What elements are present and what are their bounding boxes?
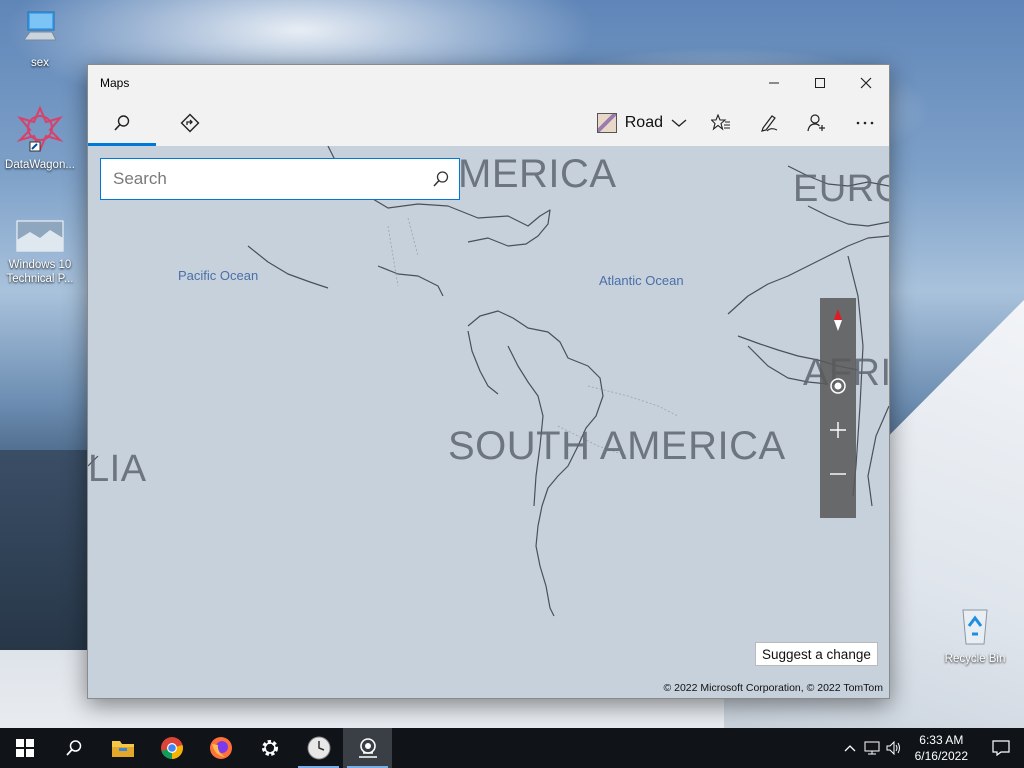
search-icon xyxy=(114,115,130,131)
file-explorer-icon xyxy=(111,741,134,757)
map-label-australia: LIA xyxy=(88,448,147,490)
maximize-button[interactable] xyxy=(797,65,843,100)
taskbar-file-explorer[interactable] xyxy=(98,728,147,768)
map-label-europe: EURO xyxy=(793,168,889,210)
maps-window: Maps Road MERICA EUR SOUTH AMERICA LIA P… xyxy=(87,64,890,699)
map-controls xyxy=(820,298,856,518)
start-button[interactable] xyxy=(0,728,49,768)
close-button[interactable] xyxy=(843,65,889,100)
map-label-pacific: Pacific Ocean xyxy=(178,268,259,283)
taskbar-clock[interactable]: 6:33 AM 6/16/2022 xyxy=(905,732,978,764)
suggest-change-button[interactable]: Suggest a change xyxy=(755,642,878,666)
locate-icon xyxy=(830,378,846,394)
notification-icon xyxy=(992,740,1010,756)
clock-time: 6:33 AM xyxy=(919,733,964,747)
map-label-north-america: MERICA xyxy=(458,152,617,196)
locate-me-button[interactable] xyxy=(820,364,856,408)
firefox-icon xyxy=(209,737,232,759)
ink-icon xyxy=(761,115,778,132)
taskbar-clock-app[interactable] xyxy=(294,728,343,768)
clock-app-icon xyxy=(307,736,330,760)
desktop-icon-label: Windows 10 Technical P... xyxy=(6,259,74,285)
road-style-thumbnail xyxy=(596,113,617,133)
minimize-icon xyxy=(769,82,779,83)
desktop-icon-computer[interactable]: sex xyxy=(0,10,80,70)
search-icon xyxy=(65,740,81,756)
taskbar-search-button[interactable] xyxy=(49,728,98,768)
search-input[interactable] xyxy=(101,161,423,197)
desktop-icon-label: sex xyxy=(31,57,49,69)
map-style-label: Road xyxy=(624,114,663,131)
search-submit-button[interactable] xyxy=(423,170,459,188)
windows-image-icon xyxy=(0,220,80,256)
ink-button[interactable] xyxy=(745,100,793,146)
desktop-icon-windows-image[interactable]: Windows 10 Technical P... xyxy=(0,220,80,286)
zoom-in-button[interactable] xyxy=(820,408,856,452)
map-canvas[interactable]: MERICA EURO AFRI SOUTH AMERICA LIA Pacif… xyxy=(88,146,889,698)
window-title: Maps xyxy=(100,75,130,90)
compass-button[interactable] xyxy=(820,298,856,342)
zoom-out-icon xyxy=(830,473,846,475)
network-button[interactable] xyxy=(861,741,883,755)
directions-icon xyxy=(180,113,200,133)
volume-icon xyxy=(886,741,900,755)
coastline-layer xyxy=(88,146,889,617)
wallpaper-mountain xyxy=(0,450,90,650)
minimize-button[interactable] xyxy=(751,65,797,100)
map-label-south-america: SOUTH AMERICA xyxy=(448,424,786,468)
chrome-icon xyxy=(160,737,183,759)
recycle-bin-icon xyxy=(935,604,1015,650)
compass-icon xyxy=(834,309,842,331)
maximize-icon xyxy=(815,77,825,88)
more-icon xyxy=(856,121,874,125)
title-bar[interactable]: Maps xyxy=(88,65,889,100)
desktop-icon-label: DataWagon... xyxy=(5,159,75,171)
tab-search[interactable] xyxy=(88,100,156,146)
show-hidden-icons-button[interactable] xyxy=(839,744,861,752)
start-icon xyxy=(15,739,34,757)
map-style-selector[interactable]: Road xyxy=(587,100,697,146)
network-icon xyxy=(864,741,880,755)
account-button[interactable] xyxy=(793,100,841,146)
map-copyright: © 2022 Microsoft Corporation, © 2022 Tom… xyxy=(663,682,883,694)
zoom-out-button[interactable] xyxy=(820,452,856,496)
clock-date: 6/16/2022 xyxy=(914,749,968,763)
desktop-icon-datawagon[interactable]: DataWagon... xyxy=(0,105,80,172)
settings-icon xyxy=(261,740,278,756)
taskbar-firefox[interactable] xyxy=(196,728,245,768)
search-box xyxy=(100,158,460,200)
tab-directions[interactable] xyxy=(156,100,224,146)
account-icon xyxy=(807,114,825,132)
favorites-button[interactable] xyxy=(697,100,745,146)
desktop-icon-label: Recycle Bin xyxy=(944,653,1006,665)
notification-center-button[interactable] xyxy=(978,740,1024,756)
toolbar: Road xyxy=(88,100,889,146)
zoom-in-icon xyxy=(830,422,846,438)
volume-button[interactable] xyxy=(883,741,905,755)
more-button[interactable] xyxy=(841,100,889,146)
taskbar-chrome[interactable] xyxy=(147,728,196,768)
close-icon xyxy=(860,77,872,88)
chevron-down-icon xyxy=(671,119,687,127)
computer-icon xyxy=(0,10,80,54)
taskbar-settings[interactable] xyxy=(245,728,294,768)
map-label-atlantic: Atlantic Ocean xyxy=(599,273,684,288)
chevron-up-icon xyxy=(844,745,856,752)
maps-icon xyxy=(358,738,377,758)
search-icon xyxy=(433,171,449,187)
datawagon-icon xyxy=(0,105,80,156)
taskbar: 6:33 AM 6/16/2022 xyxy=(0,728,1024,768)
favorites-icon xyxy=(711,114,730,131)
system-tray: 6:33 AM 6/16/2022 xyxy=(839,728,1024,768)
taskbar-maps[interactable] xyxy=(343,728,392,768)
desktop-icon-recycle-bin[interactable]: Recycle Bin xyxy=(935,604,1015,666)
